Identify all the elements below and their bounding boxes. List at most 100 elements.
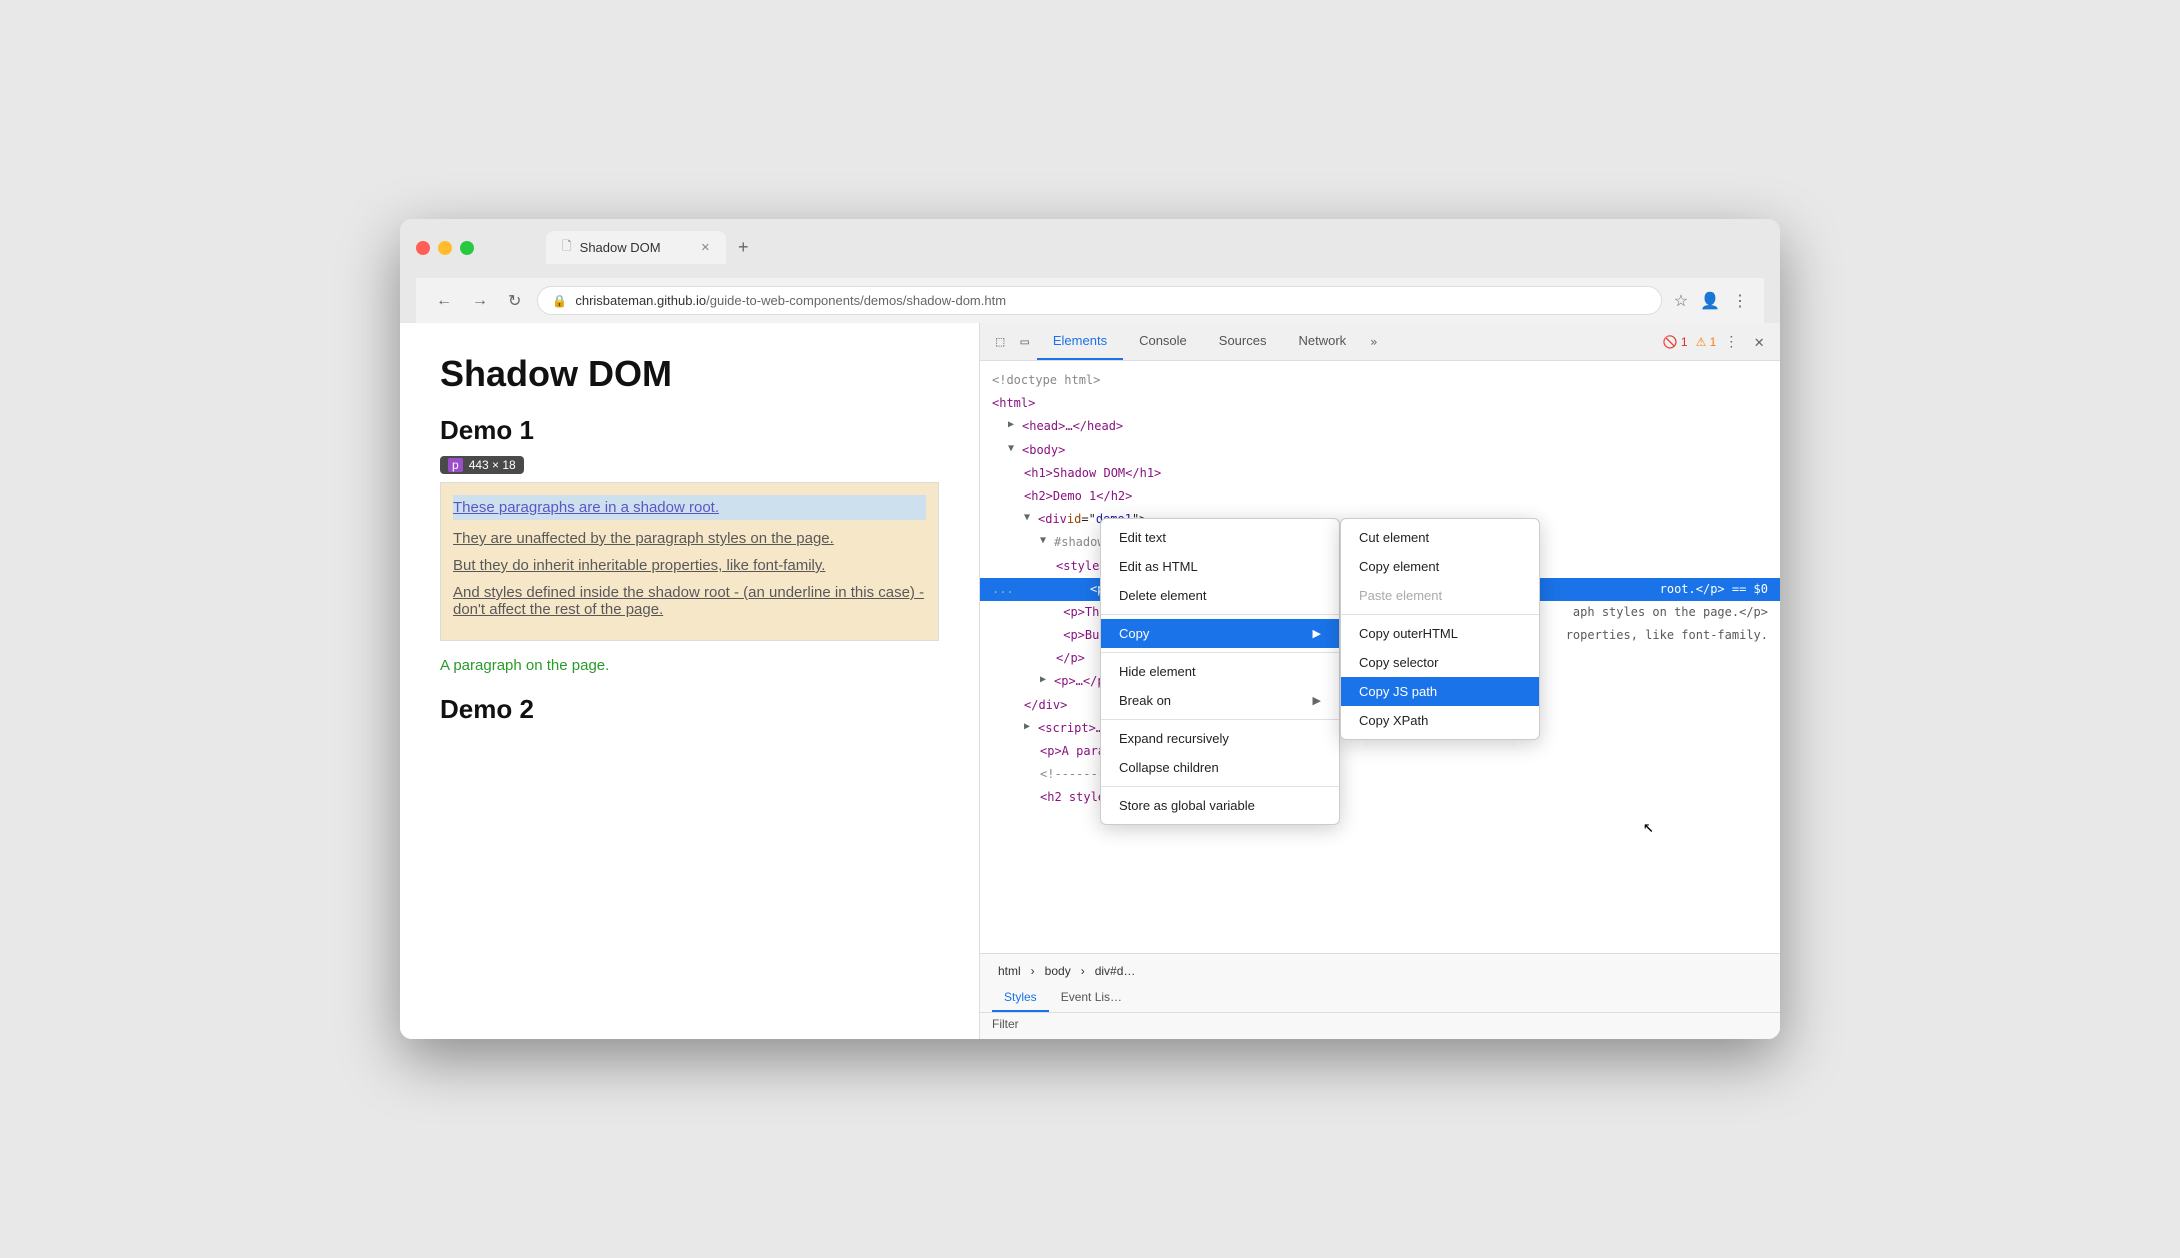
minimize-traffic-light[interactable] — [438, 241, 452, 255]
submenu-separator — [1341, 614, 1539, 615]
ctx-expand-recursively[interactable]: Expand recursively — [1101, 724, 1339, 753]
breadcrumb-body[interactable]: body — [1039, 962, 1077, 980]
submenu-copy-xpath[interactable]: Copy XPath — [1341, 706, 1539, 735]
ctx-break-arrow: ▶ — [1313, 694, 1321, 707]
new-tab-button[interactable]: + — [726, 231, 761, 264]
submenu-copy-js-path[interactable]: Copy JS path — [1341, 677, 1539, 706]
context-menu: Edit text Edit as HTML Delete element Co… — [1100, 518, 1340, 825]
ctx-delete-element[interactable]: Delete element — [1101, 581, 1339, 610]
devtools-bottom-panel: html › body › div#d… Styles Event Lis… F… — [980, 953, 1780, 1039]
tab-bar: 🗋 Shadow DOM ✕ + — [546, 231, 761, 264]
url-bar[interactable]: 🔒 chrisbateman.github.io/guide-to-web-co… — [537, 286, 1661, 315]
browser-window: 🗋 Shadow DOM ✕ + ← → ↻ 🔒 chrisbateman.gi… — [400, 219, 1780, 1039]
devtools-tabs: ⬚ ▭ Elements Console Sources Network » 🚫… — [980, 323, 1780, 361]
tab-title: Shadow DOM — [580, 240, 661, 255]
fullscreen-traffic-light[interactable] — [460, 241, 474, 255]
reload-button[interactable]: ↻ — [504, 287, 525, 315]
filter-label[interactable]: Filter — [992, 1017, 1019, 1031]
submenu-paste-element[interactable]: Paste element — [1341, 581, 1539, 610]
p-close: </p> — [1056, 649, 1085, 668]
breadcrumb-bar: html › body › div#d… — [980, 958, 1780, 984]
ctx-separator-2 — [1101, 652, 1339, 653]
div-toggle[interactable]: ▼ — [1024, 510, 1038, 526]
head-tag: <head>…</head> — [1022, 417, 1123, 436]
browser-tab[interactable]: 🗋 Shadow DOM ✕ — [546, 231, 726, 264]
shadow-para3: But they do inherit inheritable properti… — [453, 557, 926, 574]
submenu-copy-element[interactable]: Copy element — [1341, 552, 1539, 581]
ctx-hide-element[interactable]: Hide element — [1101, 657, 1339, 686]
dom-h1[interactable]: <h1>Shadow DOM</h1> — [980, 462, 1780, 485]
styles-tab-styles[interactable]: Styles — [992, 984, 1049, 1012]
html-tag: <html> — [992, 394, 1035, 413]
bookmark-icon[interactable]: ☆ — [1674, 291, 1688, 311]
dom-html[interactable]: <html> — [980, 392, 1780, 415]
avatar-icon[interactable]: 👤 — [1700, 291, 1720, 311]
menu-icon[interactable]: ⋮ — [1732, 291, 1748, 311]
shadow-box: These paragraphs are in a shadow root. T… — [440, 482, 939, 641]
body-toggle[interactable]: ▼ — [1008, 441, 1022, 457]
url-text: chrisbateman.github.io/guide-to-web-comp… — [575, 293, 1646, 308]
shadow-toggle[interactable]: ▼ — [1040, 533, 1054, 549]
ctx-separator-4 — [1101, 786, 1339, 787]
div-open: <div — [1038, 510, 1067, 529]
webpage: Shadow DOM Demo 1 p 443 × 18 These parag… — [400, 323, 980, 1039]
dom-body[interactable]: ▼ <body> — [980, 439, 1780, 462]
tab-console[interactable]: Console — [1123, 323, 1203, 360]
address-bar: ← → ↻ 🔒 chrisbateman.github.io/guide-to-… — [416, 278, 1764, 323]
ctx-copy-label: Copy — [1119, 626, 1149, 641]
ctx-edit-html-label: Edit as HTML — [1119, 559, 1198, 574]
ctx-copy[interactable]: Copy ▶ — [1101, 619, 1339, 648]
tab-elements[interactable]: Elements — [1037, 323, 1123, 360]
demo2-heading: Demo 2 — [440, 694, 939, 725]
ctx-expand-label: Expand recursively — [1119, 731, 1229, 746]
copy-submenu: Cut element Copy element Paste element C… — [1340, 518, 1540, 740]
close-traffic-light[interactable] — [416, 241, 430, 255]
submenu-copy-selector[interactable]: Copy selector — [1341, 648, 1539, 677]
browser-content: Shadow DOM Demo 1 p 443 × 18 These parag… — [400, 323, 1780, 1039]
dom-doctype[interactable]: <!doctype html> — [980, 369, 1780, 392]
devtools-settings-icon[interactable]: ⋮ — [1716, 326, 1746, 358]
forward-button[interactable]: → — [468, 288, 492, 314]
submenu-copy-outerhtml[interactable]: Copy outerHTML — [1341, 619, 1539, 648]
demo1-heading: Demo 1 — [440, 415, 939, 446]
breadcrumb-div[interactable]: div#d… — [1089, 962, 1142, 980]
element-picker-icon[interactable]: ⬚ — [988, 326, 1012, 358]
devtools-close-button[interactable]: ✕ — [1746, 324, 1772, 359]
back-button[interactable]: ← — [432, 288, 456, 314]
toolbar-icons: ☆ 👤 ⋮ — [1674, 291, 1748, 311]
dom-head[interactable]: ▶ <head>…</head> — [980, 415, 1780, 438]
doctype-text: <!doctype html> — [992, 371, 1100, 390]
tab-sources[interactable]: Sources — [1203, 323, 1283, 360]
ctx-collapse-label: Collapse children — [1119, 760, 1219, 775]
ctx-collapse-children[interactable]: Collapse children — [1101, 753, 1339, 782]
head-toggle[interactable]: ▶ — [1008, 417, 1022, 433]
device-mode-icon[interactable]: ▭ — [1012, 326, 1036, 358]
script-toggle[interactable]: ▶ — [1024, 719, 1038, 735]
p-expand-toggle[interactable]: ▶ — [1040, 672, 1054, 688]
ctx-hide-label: Hide element — [1119, 664, 1196, 679]
tab-network[interactable]: Network — [1282, 323, 1362, 360]
filter-bar: Filter — [980, 1013, 1780, 1035]
shadow-para4: And styles defined inside the shadow roo… — [453, 584, 926, 618]
ctx-break-on[interactable]: Break on ▶ — [1101, 686, 1339, 715]
styles-tab-event-listeners[interactable]: Event Lis… — [1049, 984, 1134, 1012]
title-bar: 🗋 Shadow DOM ✕ + ← → ↻ 🔒 chrisbateman.gi… — [400, 219, 1780, 323]
style-tag: <style> — [1056, 557, 1107, 576]
styles-tabs: Styles Event Lis… — [980, 984, 1780, 1013]
tab-close-button[interactable]: ✕ — [701, 241, 710, 254]
body-tag: <body> — [1022, 441, 1065, 460]
ctx-edit-text[interactable]: Edit text — [1101, 523, 1339, 552]
p3-right: roperties, like font-family. — [1566, 628, 1768, 642]
url-path: /guide-to-web-components/demos/shadow-do… — [706, 293, 1006, 308]
more-tabs-button[interactable]: » — [1362, 325, 1385, 359]
ctx-edit-html[interactable]: Edit as HTML — [1101, 552, 1339, 581]
size-badge: p 443 × 18 — [440, 456, 524, 474]
dom-h2[interactable]: <h2>Demo 1</h2> — [980, 485, 1780, 508]
div-close: </div> — [1024, 696, 1067, 715]
ctx-break-label: Break on — [1119, 693, 1171, 708]
ctx-store-global[interactable]: Store as global variable — [1101, 791, 1339, 820]
h1-tag: <h1>Shadow DOM</h1> — [1024, 464, 1161, 483]
breadcrumb-html[interactable]: html — [992, 962, 1027, 980]
devtools-panel: ⬚ ▭ Elements Console Sources Network » 🚫… — [980, 323, 1780, 1039]
submenu-cut-element[interactable]: Cut element — [1341, 523, 1539, 552]
